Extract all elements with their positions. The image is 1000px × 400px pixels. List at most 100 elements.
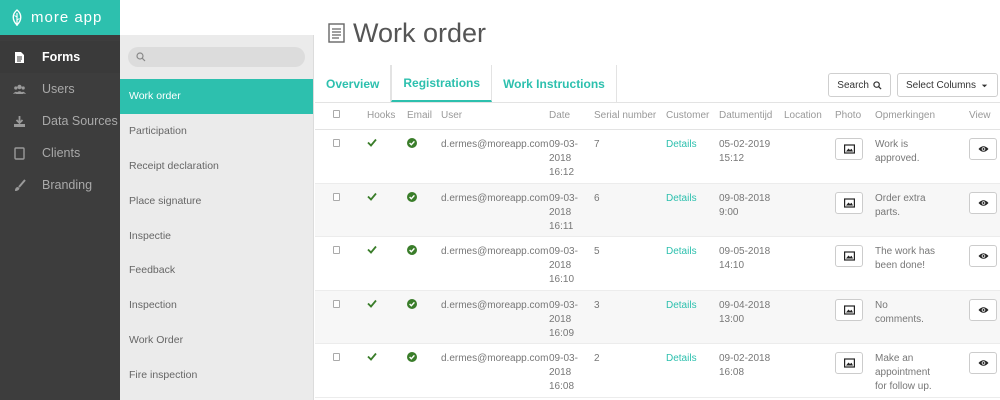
table-body: d.ermes@moreapp.com 09-03- 2018 16:12 7 De… xyxy=(315,130,1000,398)
col-datumentijd[interactable]: Datumentijd xyxy=(717,109,784,123)
col-customer[interactable]: Customer xyxy=(664,109,717,123)
row-checkbox[interactable] xyxy=(333,192,340,201)
cell-date: 09-03- 2018 16:11 xyxy=(546,192,592,234)
image-icon xyxy=(843,304,855,315)
nav-item-data-sources[interactable]: Data Sources xyxy=(0,105,120,137)
hooks-check-icon xyxy=(359,352,399,366)
table-row[interactable]: d.ermes@moreapp.com 09-03- 2018 16:09 3 De… xyxy=(315,290,1000,344)
image-icon xyxy=(843,197,855,208)
cell-datumentijd: 09-04-2018 13:00 xyxy=(717,299,784,327)
select-all-checkbox[interactable] xyxy=(333,110,340,118)
brand-name: more app xyxy=(31,9,103,26)
table-row[interactable]: d.ermes@moreapp.com 09-03- 2018 16:08 2 De… xyxy=(315,344,1000,398)
view-button[interactable] xyxy=(969,245,997,267)
form-search-input[interactable] xyxy=(150,51,300,63)
cell-opmerkingen-line: Order extra xyxy=(875,192,926,204)
col-opmerkingen[interactable]: Opmerkingen xyxy=(871,109,961,123)
cell-date-line: 16:10 xyxy=(549,274,575,285)
form-search-box[interactable] xyxy=(128,47,305,67)
cell-user: d.ermes@moreapp.com xyxy=(441,353,549,364)
customer-details-link[interactable]: Details xyxy=(664,245,717,259)
col-view[interactable]: View xyxy=(961,109,999,123)
col-email[interactable]: Email xyxy=(399,109,435,123)
tab-work-instructions[interactable]: Work Instructions xyxy=(492,65,617,102)
cell-date-line: 2018 xyxy=(549,153,572,164)
cell-datumentijd-line: 09-08-2018 xyxy=(719,192,771,204)
photo-button[interactable] xyxy=(835,245,863,267)
form-item-participation[interactable]: Participation xyxy=(120,114,313,149)
customer-details-link[interactable]: Details xyxy=(664,299,717,313)
image-icon xyxy=(843,144,855,154)
cell-serial-number: 6 xyxy=(594,192,600,204)
photo-button[interactable] xyxy=(835,298,863,321)
view-button[interactable] xyxy=(969,298,997,321)
nav-item-clients[interactable]: Clients xyxy=(0,137,120,169)
email-check-circle-icon xyxy=(399,245,435,260)
cell-photo xyxy=(831,298,871,321)
customer-details-link[interactable]: Details xyxy=(664,138,717,152)
cell-view xyxy=(961,352,999,374)
cell-opmerkingen-line: approved. xyxy=(875,153,920,164)
col-hooks[interactable]: Hooks xyxy=(359,109,399,123)
form-item-inspectie[interactable]: Inspectie xyxy=(120,218,313,253)
leaf-logo-icon xyxy=(12,8,22,26)
row-checkbox[interactable] xyxy=(333,246,340,254)
cell-serial-number: 3 xyxy=(594,299,600,311)
download-icon xyxy=(12,114,26,128)
cell-opmerkingen-line: comments. xyxy=(875,313,924,325)
nav-item-label: Data Sources xyxy=(42,114,118,128)
table-row[interactable]: d.ermes@moreapp.com 09-03- 2018 16:12 7 De… xyxy=(315,130,1000,184)
view-button[interactable] xyxy=(969,138,997,160)
image-icon xyxy=(843,358,855,368)
row-checkbox[interactable] xyxy=(333,139,340,147)
cell-datumentijd: 05-02-2019 15:12 xyxy=(717,138,784,166)
form-item-work-order-2[interactable]: Work Order xyxy=(120,323,313,358)
select-columns-button[interactable]: Select Columns xyxy=(896,73,998,97)
form-item-fire-inspection[interactable]: Fire inspection xyxy=(120,357,313,392)
cell-opmerkingen-line: been done! xyxy=(875,260,926,271)
photo-button[interactable] xyxy=(835,191,863,214)
col-serial-number[interactable]: Serial number xyxy=(592,109,664,123)
email-check-circle-icon xyxy=(399,138,435,153)
form-item-inspection[interactable]: Inspection xyxy=(120,288,313,323)
page-title: Work order xyxy=(353,17,487,48)
tab-overview[interactable]: Overview xyxy=(315,65,392,102)
row-checkbox[interactable] xyxy=(333,353,340,361)
col-location[interactable]: Location xyxy=(784,109,831,123)
cell-date: 09-03- 2018 16:10 xyxy=(546,245,592,287)
tablet-icon xyxy=(12,146,26,160)
form-item-work-order[interactable]: Work order xyxy=(120,79,313,114)
brand-header[interactable]: more app xyxy=(0,0,120,35)
form-list-panel: Work order Participation Receipt declara… xyxy=(120,35,314,400)
col-date[interactable]: Date xyxy=(546,109,592,123)
title-row: Work order xyxy=(315,0,1000,66)
cell-datumentijd-line: 15:12 xyxy=(719,153,745,164)
cell-datumentijd-line: 09-04-2018 xyxy=(719,299,771,311)
form-item-place-signature[interactable]: Place signature xyxy=(120,183,313,218)
cell-opmerkingen: Order extra parts. xyxy=(871,192,961,220)
view-button[interactable] xyxy=(969,352,997,374)
form-item-receipt-declaration[interactable]: Receipt declaration xyxy=(120,149,313,184)
nav-item-users[interactable]: Users xyxy=(0,73,120,105)
cell-photo xyxy=(831,352,871,374)
form-item-feedback[interactable]: Feedback xyxy=(120,253,313,288)
cell-date-line: 09-03- xyxy=(549,192,578,204)
table-row[interactable]: d.ermes@moreapp.com 09-03- 2018 16:11 6 De… xyxy=(315,183,1000,237)
table-row[interactable]: d.ermes@moreapp.com 09-03- 2018 16:10 5 De… xyxy=(315,237,1000,291)
nav-item-forms[interactable]: Forms xyxy=(0,41,120,73)
select-columns-label: Select Columns xyxy=(905,79,976,91)
col-photo[interactable]: Photo xyxy=(831,109,871,123)
view-button[interactable] xyxy=(969,191,997,214)
cell-date: 09-03- 2018 16:12 xyxy=(546,138,592,180)
photo-button[interactable] xyxy=(835,138,863,160)
customer-details-link[interactable]: Details xyxy=(664,192,717,206)
row-checkbox[interactable] xyxy=(333,299,340,308)
nav-item-branding[interactable]: Branding xyxy=(0,169,120,201)
search-button[interactable]: Search xyxy=(828,73,891,97)
customer-details-link[interactable]: Details xyxy=(664,352,717,366)
col-user[interactable]: User xyxy=(435,109,546,123)
photo-button[interactable] xyxy=(835,352,863,374)
cell-serial-number: 2 xyxy=(594,353,600,364)
tab-registrations[interactable]: Registrations xyxy=(391,65,493,102)
cell-datumentijd: 09-08-2018 9:00 xyxy=(717,192,784,220)
